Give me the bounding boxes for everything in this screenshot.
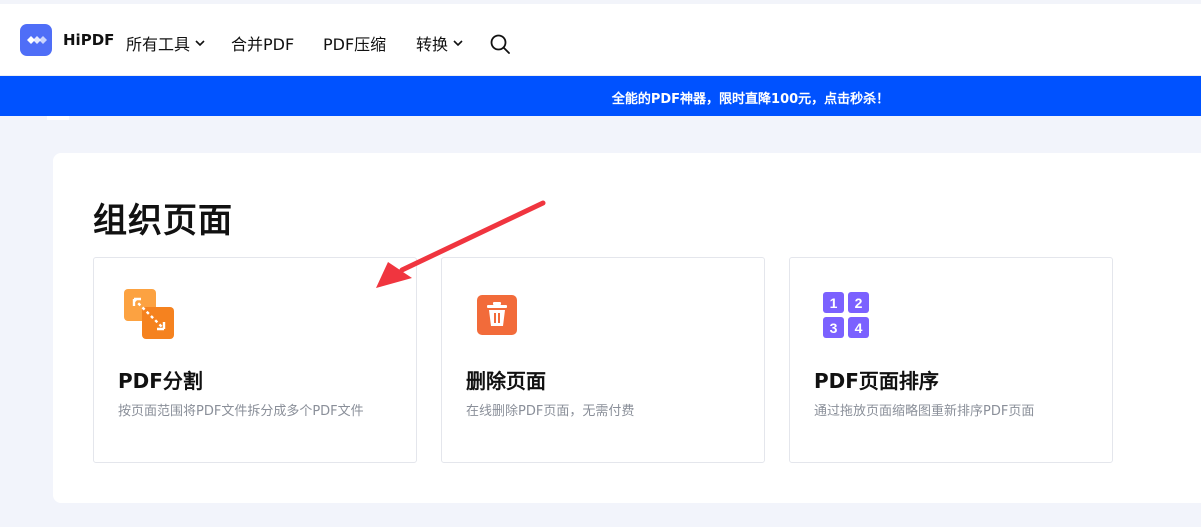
hipdf-logo-icon[interactable] [20,24,52,56]
nav-all-tools-label: 所有工具 [126,35,191,54]
nav-compress-pdf-label: PDF压缩 [323,35,387,54]
brand-name[interactable]: HiPDF [63,31,114,49]
page-number-3: 3 [830,320,838,336]
card-title: PDF分割 [118,369,203,393]
card-title: PDF页面排序 [814,369,939,393]
nav-merge-pdf[interactable]: 合并PDF [231,31,294,55]
page-number-1: 1 [830,295,838,311]
chevron-down-icon [453,40,463,47]
page-order-icon: 1 2 3 4 [823,292,869,338]
banner-edge [47,116,69,120]
nav-all-tools[interactable]: 所有工具 [126,31,206,55]
page-number-2: 2 [855,295,863,311]
card-title: 删除页面 [466,369,546,393]
trash-icon [477,295,517,335]
card-pdf-page-order[interactable]: 1 2 3 4 PDF页面排序 通过拖放页面缩略图重新排序PDF页面 [789,257,1113,463]
navbar: HiPDF 所有工具 合并PDF PDF压缩 转换 [0,4,1201,76]
search-icon[interactable] [489,33,511,55]
page-number-4: 4 [855,320,863,336]
card-pdf-split[interactable]: PDF分割 按页面范围将PDF文件拆分成多个PDF文件 [93,257,417,463]
split-icon [124,289,174,339]
card-description: 通过拖放页面缩略图重新排序PDF页面 [814,404,1035,419]
chevron-down-icon [195,40,205,47]
card-description: 在线删除PDF页面，无需付费 [466,404,635,419]
nav-merge-pdf-label: 合并PDF [231,35,295,54]
nav-compress-pdf[interactable]: PDF压缩 [323,31,386,55]
section-title: 组织页面 [93,201,233,241]
nav-convert-label: 转换 [416,35,449,54]
card-description: 按页面范围将PDF文件拆分成多个PDF文件 [118,404,364,419]
promo-banner[interactable]: 全能的PDF神器，限时直降100元，点击秒杀！ [0,76,1201,116]
card-delete-pages[interactable]: 删除页面 在线删除PDF页面，无需付费 [441,257,765,463]
organize-pages-panel: 组织页面 PDF分割 按页面范围将PDF文件拆分成多个PDF文件 删除页面 在线… [53,153,1201,503]
promo-banner-text[interactable]: 全能的PDF神器，限时直降100元，点击秒杀！ [0,88,1201,107]
nav-convert[interactable]: 转换 [416,31,464,55]
